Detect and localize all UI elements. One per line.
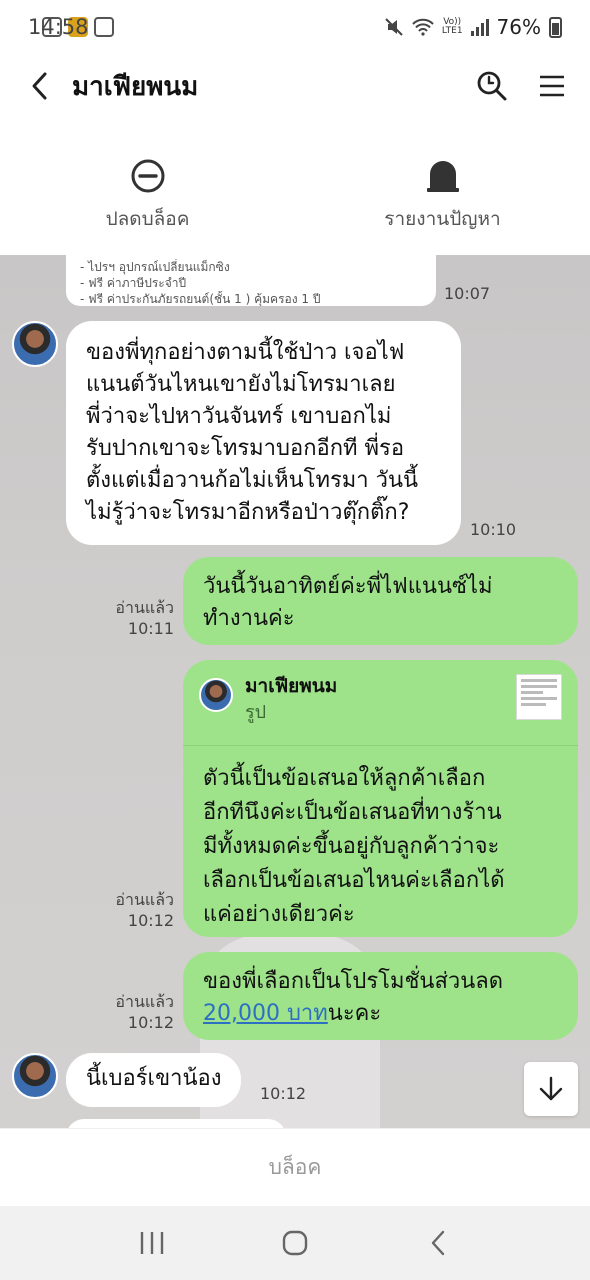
quoted-type: รูป — [245, 702, 267, 723]
back-icon — [432, 1230, 445, 1256]
reply-text: ตัวนี้เป็นข้อเสนอให้ลูกค้าเลือก อีกทีนึง… — [203, 766, 505, 927]
system-back-button[interactable] — [418, 1223, 458, 1263]
unblock-icon — [131, 159, 164, 193]
image-message-partial[interactable]: - ไปรฯ อุปกรณ์เปลี่ยนแม็กซิง - ฟรี ค่าภา… — [66, 255, 436, 306]
hamburger-menu-icon — [540, 75, 564, 97]
status-bar: 14:58 Vo)) LTE1 76% — [0, 0, 590, 54]
wifi-icon — [412, 18, 434, 36]
quoted-sender: มาเฟียพนม — [245, 675, 338, 697]
back-button[interactable] — [20, 66, 60, 106]
home-button[interactable] — [275, 1223, 315, 1263]
menu-button[interactable] — [534, 68, 570, 104]
action-row: ปลดบล็อค รายงานปัญหา — [0, 118, 590, 255]
scroll-to-bottom-button[interactable] — [524, 1062, 578, 1116]
battery-percent: 76% — [496, 15, 541, 39]
unblock-label: ปลดบล็อค — [105, 208, 190, 230]
unblock-button[interactable]: ปลดบล็อค — [0, 118, 295, 255]
status-time: 14:58 — [28, 14, 89, 39]
message-time: 10:12 — [260, 1084, 307, 1103]
quoted-image-thumbnail — [516, 674, 562, 720]
message-time: 10:07 — [444, 284, 491, 303]
report-label: รายงานปัญหา — [384, 208, 501, 230]
avatar[interactable] — [12, 1053, 58, 1099]
chat-title: มาเฟียพนม — [72, 71, 199, 102]
outgoing-message[interactable]: วันนี้วันอาทิตย์ค่ะพี่ไฟแนนซ์ไม่ ทำงานค่… — [183, 557, 578, 645]
mute-icon — [385, 18, 403, 36]
signal-icon — [470, 18, 489, 36]
recent-apps-button[interactable] — [132, 1223, 172, 1263]
search-icon — [477, 71, 507, 101]
incoming-message[interactable]: นี้เบอร์เขาน้อง — [66, 1053, 242, 1107]
recent-apps-icon — [140, 1232, 163, 1254]
home-icon — [282, 1230, 308, 1256]
report-icon — [426, 161, 459, 192]
blocked-footer[interactable]: บล็อค — [0, 1128, 590, 1206]
read-receipt: อ่านแล้ว 10:11 — [115, 598, 174, 638]
chat-area[interactable]: - ไปรฯ อุปกรณ์เปลี่ยนแม็กซิง - ฟรี ค่าภา… — [0, 255, 590, 1128]
volte-indicator: Vo)) LTE1 — [441, 17, 463, 36]
quoted-message[interactable]: มาเฟียพนม รูป — [183, 660, 578, 746]
incoming-message[interactable]: ของพี่ทุกอย่างตามนี้ใช้ป่าว เจอไฟ แนนต์ว… — [66, 321, 461, 545]
chat-header: มาเฟียพนม — [0, 54, 590, 118]
quoted-avatar — [199, 678, 233, 712]
chat-app-icon — [94, 17, 114, 37]
block-label: บล็อค — [268, 1155, 322, 1179]
chevron-left-icon — [32, 72, 47, 100]
arrow-down-icon — [539, 1076, 563, 1101]
amount-link[interactable]: 20,000 บาท — [203, 1001, 328, 1026]
battery-icon — [549, 16, 562, 38]
outgoing-reply-message[interactable]: มาเฟียพนม รูป ตัวนี้เป็นข้อเสนอให้ลูกค้า… — [183, 660, 578, 937]
read-receipt: อ่านแล้ว 10:12 — [115, 992, 174, 1032]
image-message-partial[interactable] — [66, 1119, 286, 1128]
search-button[interactable] — [474, 68, 510, 104]
avatar[interactable] — [12, 321, 58, 367]
message-time: 10:10 — [470, 520, 517, 539]
read-receipt: อ่านแล้ว 10:12 — [115, 890, 174, 930]
system-nav-bar — [0, 1206, 590, 1280]
report-button[interactable]: รายงานปัญหา — [295, 118, 590, 255]
outgoing-message[interactable]: ของพี่เลือกเป็นโปรโมชั่นส่วนลด 20,000 บา… — [183, 952, 578, 1040]
